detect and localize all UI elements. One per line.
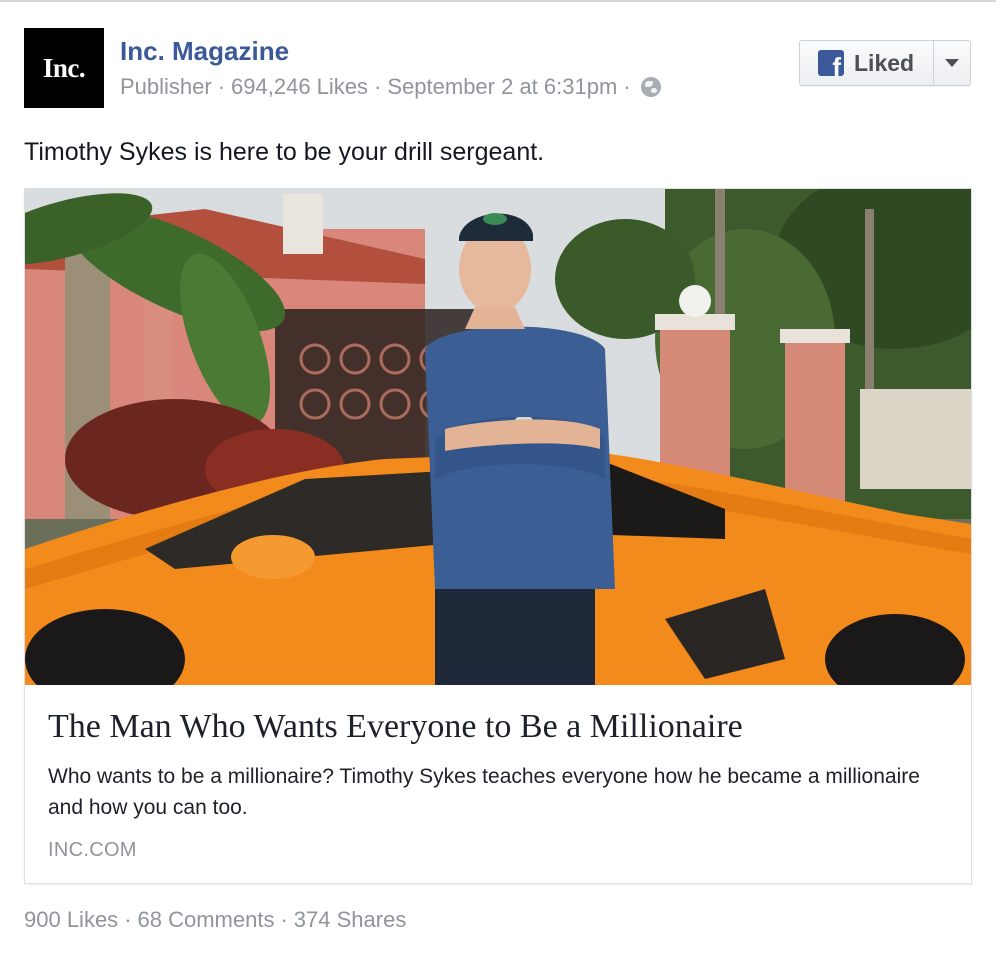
link-preview-domain: INC.COM [48, 839, 137, 861]
facebook-logo-icon: f [818, 50, 844, 76]
post-card: Inc. Inc. Magazine Publisher · 694,246 L… [0, 0, 996, 954]
stats-separator: · [124, 907, 132, 932]
meta-separator: · [217, 74, 226, 99]
facebook-logo-letter: f [832, 52, 841, 76]
page-name-link[interactable]: Inc. Magazine [120, 36, 289, 66]
link-preview-image[interactable] [25, 189, 971, 685]
meta-separator: · [623, 74, 631, 99]
shares-count-link[interactable]: 374 Shares [294, 907, 407, 933]
link-preview-description: Who wants to be a millionaire? Timothy S… [48, 765, 920, 819]
liked-dropdown-button[interactable] [933, 41, 970, 85]
post-text: Timothy Sykes is here to be your drill s… [24, 138, 545, 166]
caret-down-icon [945, 59, 959, 67]
link-preview[interactable]: The Man Who Wants Everyone to Be a Milli… [24, 188, 972, 884]
post-timestamp[interactable]: September 2 at 6:31pm [387, 72, 617, 102]
post-meta: Publisher · 694,246 Likes · September 2 … [120, 72, 661, 102]
comments-count-link[interactable]: 68 Comments [138, 907, 275, 933]
engagement-stats: 900 Likes · 68 Comments · 374 Shares [24, 907, 406, 933]
page-likes-count[interactable]: 694,246 Likes [231, 72, 368, 102]
page-avatar[interactable]: Inc. [24, 28, 104, 108]
meta-separator: · [374, 74, 382, 99]
liked-button[interactable]: f Liked [800, 41, 933, 85]
likes-count-link[interactable]: 900 Likes [24, 907, 118, 933]
link-preview-title[interactable]: The Man Who Wants Everyone to Be a Milli… [48, 707, 743, 747]
page-category: Publisher [120, 74, 212, 99]
stats-separator: · [280, 907, 288, 932]
globe-icon[interactable] [640, 77, 661, 97]
avatar-logo-text: Inc. [42, 52, 86, 83]
liked-label: Liked [854, 49, 915, 76]
liked-button-group: f Liked [799, 40, 971, 86]
